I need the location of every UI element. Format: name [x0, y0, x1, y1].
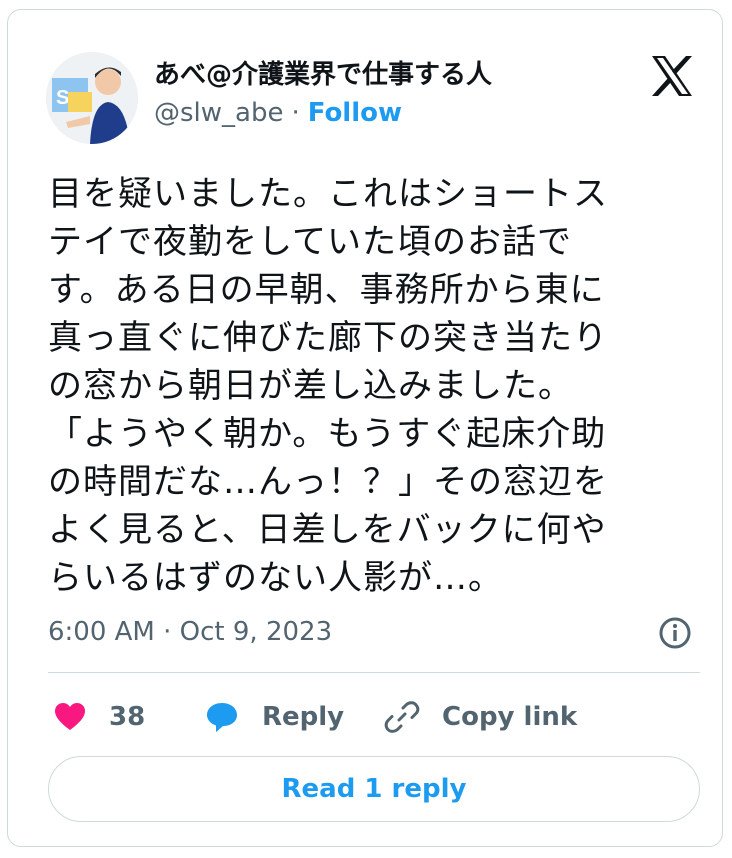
x-logo-icon[interactable] [648, 52, 696, 100]
reply-button[interactable]: Reply [204, 695, 344, 739]
svg-text:S: S [56, 87, 69, 109]
like-button[interactable]: 38 [53, 695, 145, 739]
follow-button[interactable]: Follow [308, 98, 402, 128]
tweet-line: の時間だな…んっ！？」その窓辺を [48, 462, 608, 502]
copy-link-label: Copy link [442, 702, 578, 732]
tweet-line: テイで夜勤をしていた頃のお話で [48, 222, 572, 262]
tweet-line: の窓から朝日が差し込みました。 [48, 366, 573, 406]
info-icon[interactable] [658, 616, 692, 650]
tweet-line: 真っ直ぐに伸びた廊下の突き当たり [48, 318, 608, 358]
tweet-text: 目を疑いました。これはショートス テイで夜勤をしていた頃のお話で す。ある日の早朝、… [48, 170, 708, 602]
separator-dot: · [291, 98, 300, 128]
like-count: 38 [109, 702, 146, 732]
author-handle[interactable]: @slw_abe [154, 98, 283, 128]
tweet-card: S あべ@介護業界で仕事する人 @slw_abe · Follow 目を疑いました。… [7, 9, 723, 847]
reply-label: Reply [262, 702, 345, 732]
author-handle-row: @slw_abe · Follow [154, 98, 402, 128]
avatar[interactable]: S [46, 52, 138, 144]
tweet-line: 目を疑いました。これはショートス [48, 174, 608, 214]
divider [48, 672, 700, 673]
author-display-name[interactable]: あべ@介護業界で仕事する人 [154, 54, 492, 91]
tweet-timestamp[interactable]: 6:00 AM · Oct 9, 2023 [48, 617, 332, 647]
tweet-line: よく見ると、日差しをバックに何や [48, 510, 607, 550]
heart-icon [55, 703, 85, 730]
tweet-line: 「ようやく朝か。もうすぐ起床介助 [48, 414, 607, 454]
tweet-line: らいるはずのない人影が…。 [48, 558, 503, 598]
reply-bubble-icon [207, 703, 237, 732]
avatar-image: S [46, 52, 138, 144]
copy-link-button[interactable]: Copy link [384, 695, 577, 739]
link-icon [384, 701, 420, 733]
read-reply-button[interactable]: Read 1 reply [48, 756, 700, 822]
tweet-line: す。ある日の早朝、事務所から東に [48, 270, 605, 310]
